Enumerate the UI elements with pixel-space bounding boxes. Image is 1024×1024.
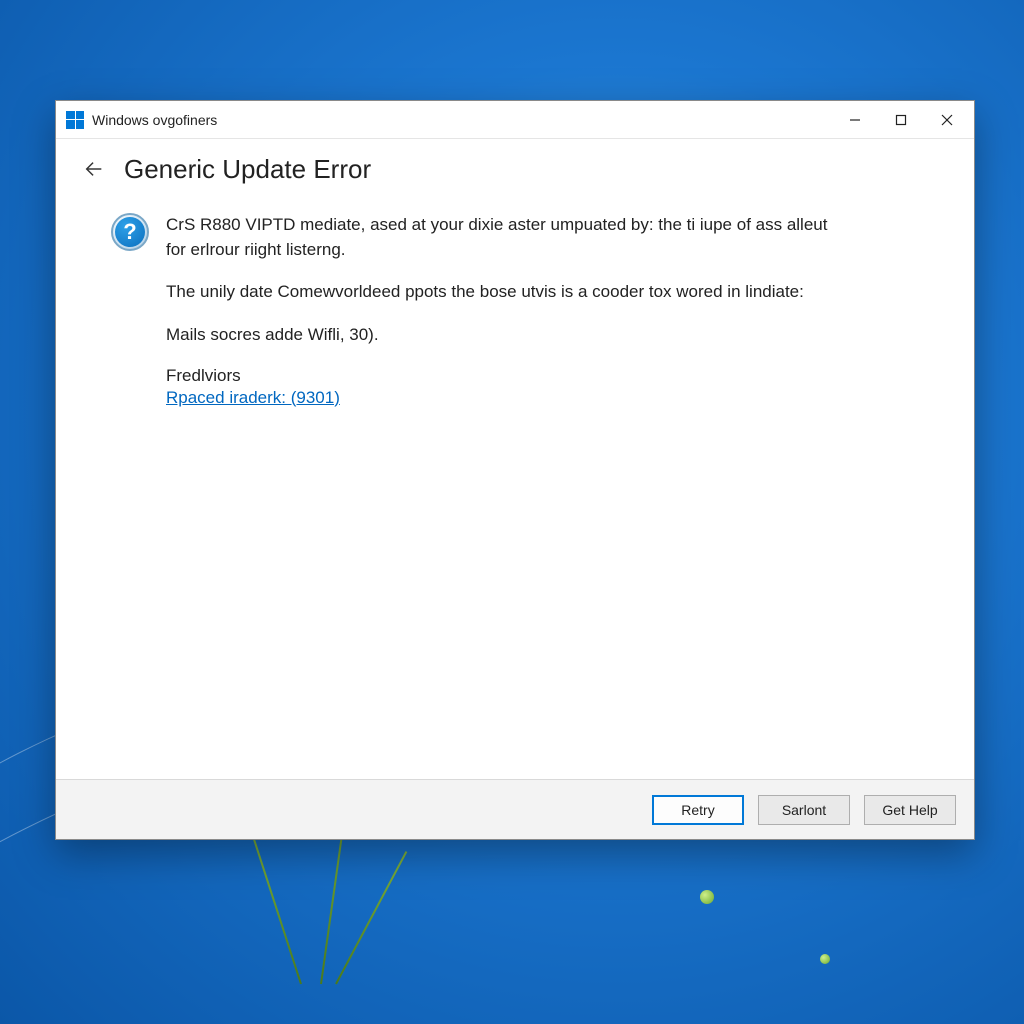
back-arrow-icon	[83, 158, 105, 180]
minimize-icon	[849, 114, 861, 126]
retry-button[interactable]: Retry	[652, 795, 744, 825]
maximize-button[interactable]	[878, 104, 924, 136]
error-paragraph-3: Mails socres adde Wifli, 30).	[166, 323, 846, 348]
info-icon: ?	[111, 213, 149, 251]
error-paragraph-2: The unily date Comewvorldeed ppots the b…	[166, 280, 846, 305]
section-label: Fredlviors	[166, 366, 914, 386]
sarlont-button[interactable]: Sarlont	[758, 795, 850, 825]
maximize-icon	[895, 114, 907, 126]
header: Generic Update Error	[56, 139, 974, 195]
minimize-button[interactable]	[832, 104, 878, 136]
dialog-footer: Retry Sarlont Get Help	[56, 779, 974, 839]
dialog-window: Windows ovgofiners Generic Update Error …	[55, 100, 975, 840]
desktop-decoration	[700, 890, 714, 904]
desktop-decoration	[820, 954, 830, 964]
content-area: ? CrS R880 VIPTD mediate, ased at your d…	[56, 195, 974, 779]
desktop-decoration	[335, 851, 407, 984]
question-mark-glyph: ?	[115, 217, 145, 247]
close-button[interactable]	[924, 104, 970, 136]
windows-logo-icon	[66, 111, 84, 129]
back-button[interactable]	[78, 153, 110, 185]
page-title: Generic Update Error	[124, 154, 371, 185]
error-paragraph-1: CrS R880 VIPTD mediate, ased at your dix…	[166, 213, 846, 262]
desktop-decoration	[248, 822, 302, 984]
titlebar[interactable]: Windows ovgofiners	[56, 101, 974, 139]
error-details-link[interactable]: Rpaced iraderk: (9301)	[166, 388, 340, 408]
close-icon	[941, 114, 953, 126]
window-title: Windows ovgofiners	[92, 112, 217, 128]
get-help-button[interactable]: Get Help	[864, 795, 956, 825]
